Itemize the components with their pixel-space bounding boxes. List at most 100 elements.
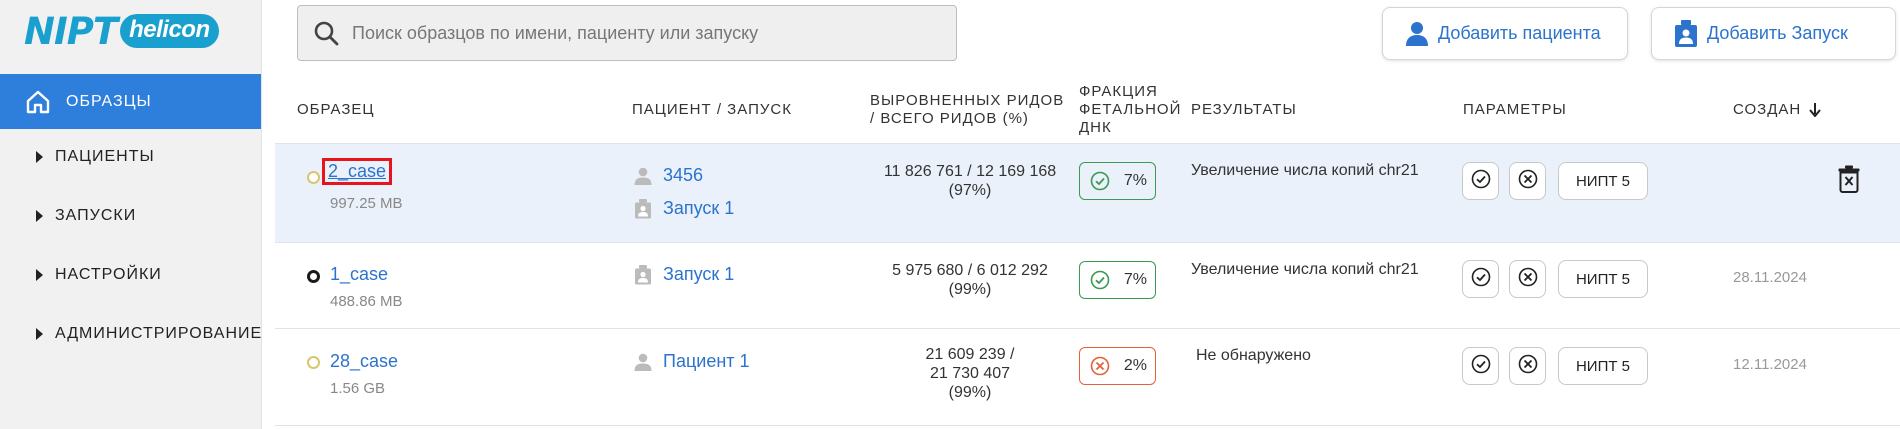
search-box[interactable]: [297, 5, 957, 61]
sidebar: NIPT helicon ОБРАЗЦЫ ПАЦИЕНТЫ ЗАПУСКИ НА…: [0, 0, 262, 429]
reads-value: 5 975 680 / 6 012 292 (99%): [870, 261, 1070, 299]
add-patient-button[interactable]: Добавить пациента: [1382, 7, 1628, 60]
reads-line: 5 975 680 / 6 012 292: [892, 262, 1048, 279]
header-ff-line1[interactable]: ФРАКЦИЯ: [1079, 83, 1158, 101]
reads-line: (99%): [948, 384, 992, 401]
run-icon: [633, 198, 653, 219]
fetal-fraction-value: 7%: [1123, 271, 1147, 288]
reads-value: 21 609 239 / 21 730 407 (99%): [870, 345, 1070, 402]
sample-name-link[interactable]: 2_case: [322, 158, 393, 185]
caret-right-icon: [36, 269, 43, 281]
header-sample[interactable]: ОБРАЗЕЦ: [297, 101, 375, 119]
check-circle-icon: [1089, 269, 1111, 291]
close-circle-icon: [1518, 169, 1538, 194]
run-link[interactable]: Запуск 1: [633, 198, 734, 219]
sidebar-item-runs[interactable]: ЗАПУСКИ: [0, 197, 261, 235]
result-text: Увеличение числа копий chr21: [1191, 162, 1419, 179]
sidebar-item-administration[interactable]: АДМИНИСТРИРОВАНИЕ: [0, 315, 261, 353]
user-icon: [633, 166, 653, 186]
params-button[interactable]: НИПТ 5: [1558, 260, 1648, 298]
approve-button[interactable]: [1462, 162, 1499, 200]
patient-link[interactable]: 3456: [633, 165, 703, 186]
sidebar-item-label: ЗАПУСКИ: [55, 207, 137, 224]
reads-line: 11 826 761 / 12 169 168: [883, 163, 1057, 180]
header-ff-line2: ФЕТАЛЬНОЙ: [1079, 101, 1182, 118]
table-row[interactable]: 1_case 488.86 MB Запуск 1 5 975 680 / 6 …: [275, 243, 1900, 329]
run-link[interactable]: Запуск 1: [633, 264, 734, 285]
sidebar-item-label: ПАЦИЕНТЫ: [55, 148, 155, 165]
header-params[interactable]: ПАРАМЕТРЫ: [1463, 101, 1567, 119]
caret-right-icon: [36, 210, 43, 222]
add-patient-label: Добавить пациента: [1438, 23, 1601, 43]
header-ff-line3: ДНК: [1079, 119, 1112, 136]
close-circle-icon: [1518, 354, 1538, 379]
logo[interactable]: NIPT helicon: [24, 9, 219, 53]
home-icon: [24, 88, 52, 116]
sidebar-item-patients[interactable]: ПАЦИЕНТЫ: [0, 138, 261, 176]
add-run-button[interactable]: Добавить Запуск: [1651, 7, 1896, 60]
sidebar-item-label: АДМИНИСТРИРОВАНИЕ: [55, 325, 263, 342]
table-row[interactable]: 28_case 1.56 GB Пациент 1 21 609 239 / 2…: [275, 329, 1900, 426]
approve-button[interactable]: [1462, 347, 1499, 385]
reads-line: (99%): [948, 281, 992, 298]
params-button[interactable]: НИПТ 5: [1558, 347, 1648, 385]
fetal-fraction-badge: 7%: [1079, 162, 1156, 200]
caret-right-icon: [36, 151, 43, 163]
error-circle-icon: [1089, 355, 1111, 377]
run-icon: [633, 264, 653, 285]
reject-button[interactable]: [1509, 260, 1546, 298]
reads-line: (97%): [948, 182, 992, 199]
logo-text: NIPT: [24, 9, 118, 53]
sample-size: 1.56 GB: [330, 380, 386, 397]
reject-button[interactable]: [1509, 347, 1546, 385]
fetal-fraction-value: 2%: [1123, 357, 1147, 374]
sidebar-item-samples[interactable]: ОБРАЗЦЫ: [0, 74, 261, 129]
approve-button[interactable]: [1462, 260, 1499, 298]
status-dot: [307, 356, 320, 369]
search-input[interactable]: [352, 22, 932, 44]
run-icon: [1673, 19, 1699, 48]
created-date: 12.11.2024: [1733, 356, 1807, 373]
sidebar-item-settings[interactable]: НАСТРОЙКИ: [0, 256, 261, 294]
arrow-down-icon[interactable]: [1809, 102, 1821, 122]
fetal-fraction-badge: 2%: [1079, 347, 1156, 385]
user-icon: [1404, 20, 1430, 48]
check-circle-icon: [1471, 169, 1491, 194]
result-text: Не обнаружено: [1196, 347, 1311, 364]
sample-size: 997.25 MB: [330, 195, 403, 212]
result-text: Увеличение числа копий chr21: [1191, 261, 1419, 278]
params-button[interactable]: НИПТ 5: [1558, 162, 1648, 200]
reads-value: 11 826 761 / 12 169 168 (97%): [870, 162, 1070, 200]
created-date: 28.11.2024: [1733, 269, 1807, 286]
reads-line: 21 730 407: [929, 365, 1011, 382]
sample-size: 488.86 MB: [330, 293, 403, 310]
check-circle-icon: [1471, 267, 1491, 292]
check-circle-icon: [1471, 354, 1491, 379]
add-run-label: Добавить Запуск: [1707, 23, 1848, 43]
search-icon: [312, 19, 340, 47]
header-reads-line1[interactable]: ВЫРОВНЕННЫХ РИДОВ: [870, 92, 1064, 110]
header-created[interactable]: СОЗДАН: [1733, 101, 1801, 119]
status-dot: [307, 270, 320, 283]
reads-line: 21 609 239 /: [925, 346, 1015, 363]
header-reads-line2: / ВСЕГО РИДОВ (%): [870, 110, 1029, 127]
sidebar-item-label: ОБРАЗЦЫ: [66, 92, 152, 110]
sidebar-item-label: НАСТРОЙКИ: [55, 266, 162, 283]
patient-link[interactable]: Пациент 1: [633, 351, 750, 372]
run-name: Запуск 1: [663, 198, 735, 218]
sample-name-link[interactable]: 28_case: [330, 351, 398, 372]
fetal-fraction-badge: 7%: [1079, 261, 1156, 299]
patient-name: 3456: [663, 165, 704, 185]
header-results[interactable]: РЕЗУЛЬТАТЫ: [1191, 101, 1297, 119]
user-icon: [633, 352, 653, 372]
logo-pill: helicon: [120, 14, 219, 48]
header-patient-run[interactable]: ПАЦИЕНТ / ЗАПУСК: [632, 101, 792, 119]
table-row[interactable]: 2_case 997.25 MB 3456 Запуск 1 11 826 76…: [275, 144, 1900, 243]
sample-name-link[interactable]: 1_case: [330, 264, 388, 285]
check-circle-icon: [1089, 170, 1111, 192]
fetal-fraction-value: 7%: [1123, 172, 1147, 189]
reject-button[interactable]: [1509, 162, 1546, 200]
run-name: Запуск 1: [663, 264, 735, 284]
table-header: ОБРАЗЕЦ ПАЦИЕНТ / ЗАПУСК ВЫРОВНЕННЫХ РИД…: [275, 79, 1900, 144]
delete-icon[interactable]: [1836, 164, 1862, 194]
